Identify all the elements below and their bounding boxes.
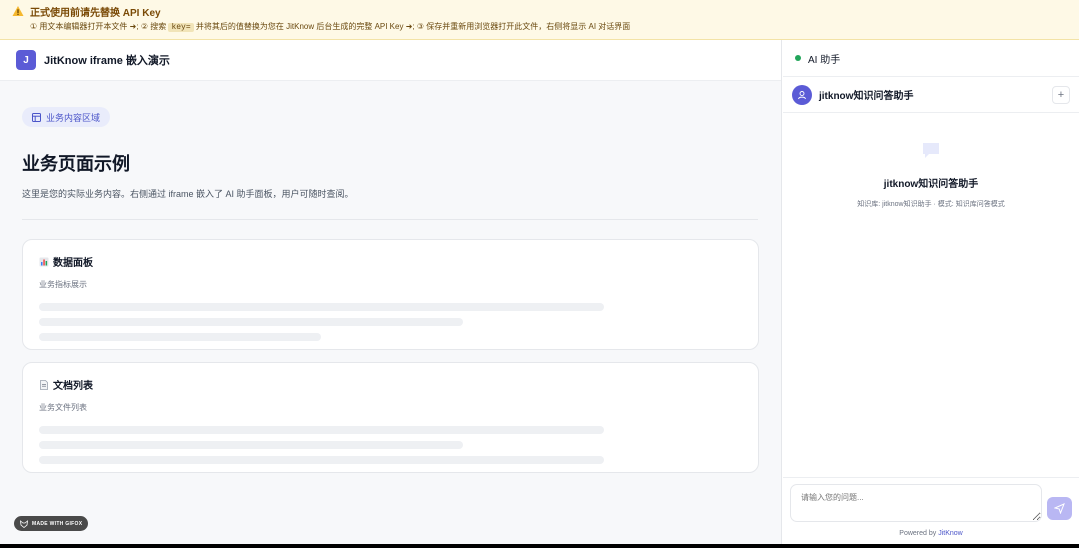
chip-label: 业务内容区域	[46, 112, 101, 123]
layout-icon	[32, 112, 41, 122]
gifox-watermark: MADE WITH GIFOX	[14, 516, 89, 531]
send-icon	[1054, 503, 1065, 514]
online-status-dot	[795, 55, 801, 61]
welcome-meta: 知识库: jitknow知识助手 · 模式: 知识库问答模式	[857, 201, 1005, 208]
app-logo: J	[16, 50, 36, 70]
page-description: 这里是您的实际业务内容。右侧通过 iframe 嵌入了 AI 助手面板，用户可随…	[22, 189, 354, 199]
powered-by: Powered by JitKnow	[783, 530, 1079, 537]
business-pane: J JitKnow iframe 嵌入演示 业务内容区域 业务页面示例 这里是您…	[0, 40, 782, 544]
powered-brand-link[interactable]: JitKnow	[938, 530, 963, 537]
card-title-row: 数据面板	[39, 254, 742, 269]
skeleton-line	[39, 303, 604, 311]
send-button[interactable]	[1047, 497, 1072, 520]
chat-bubble-icon	[921, 141, 941, 161]
banner-step1: ① 用文本编辑器打开本文件	[30, 22, 128, 31]
assistant-header: AI 助手	[783, 40, 1079, 77]
page-heading: 业务页面示例	[22, 154, 130, 174]
skeleton-line	[39, 318, 463, 326]
banner-title-row: 正式使用前请先替换 API Key	[12, 4, 1067, 19]
card-subtitle: 业务指标展示	[39, 280, 87, 289]
skeleton-line	[39, 426, 604, 434]
api-key-warning-banner: 正式使用前请先替换 API Key ① 用文本编辑器打开本文件 ➜; ② 搜索 …	[0, 0, 1079, 40]
fox-icon	[20, 519, 28, 528]
bar-chart-icon	[39, 257, 49, 267]
ai-assistant-pane: AI 助手 jitknow知识问答助手 + jitknow知识问答助手 知识库:…	[783, 40, 1079, 544]
card-subtitle: 业务文件列表	[39, 403, 87, 412]
skeleton-line	[39, 441, 463, 449]
document-icon	[39, 379, 49, 390]
watermark-label: MADE WITH GIFOX	[32, 520, 83, 527]
card-title: 文档列表	[53, 381, 93, 392]
arrow-icon: ➜;	[405, 22, 415, 31]
business-content: 业务内容区域 业务页面示例 这里是您的实际业务内容。右侧通过 iframe 嵌入…	[0, 81, 781, 473]
agent-bar: jitknow知识问答助手 +	[783, 77, 1079, 113]
card-title-row: 文档列表	[39, 377, 742, 392]
banner-instructions: ① 用文本编辑器打开本文件 ➜; ② 搜索 key= 并将其后的值替换为您在 J…	[12, 21, 1067, 32]
skeleton-line	[39, 333, 321, 341]
arrow-icon: ➜;	[129, 22, 139, 31]
app-title: JitKnow iframe 嵌入演示	[44, 55, 170, 67]
question-input[interactable]	[790, 484, 1042, 522]
banner-step2-code: key=	[168, 23, 194, 32]
data-panel-card: 数据面板 业务指标展示	[22, 239, 759, 350]
warning-icon	[12, 5, 24, 17]
document-list-card: 文档列表 业务文件列表	[22, 362, 759, 473]
powered-prefix: Powered by	[899, 530, 939, 537]
composer: Powered by JitKnow	[783, 477, 1079, 544]
app-frame: 正式使用前请先替换 API Key ① 用文本编辑器打开本文件 ➜; ② 搜索 …	[0, 0, 1079, 544]
agent-avatar-icon	[792, 84, 812, 105]
card-title: 数据面板	[53, 258, 93, 269]
welcome-title: jitknow知识问答助手	[883, 179, 979, 190]
banner-title: 正式使用前请先替换 API Key	[30, 7, 161, 19]
banner-step2-rest: 并将其后的值替换为您在 JitKnow 后台生成的完整 API Key	[195, 22, 404, 31]
new-chat-button[interactable]: +	[1052, 86, 1070, 104]
left-header: J JitKnow iframe 嵌入演示	[0, 40, 781, 81]
content-area-chip: 业务内容区域	[22, 107, 111, 127]
assistant-header-title: AI 助手	[808, 54, 841, 66]
agent-name: jitknow知识问答助手	[819, 91, 914, 102]
banner-step3: ③ 保存并重新用浏览器打开此文件，右侧将显示 AI 对话界面	[416, 22, 631, 31]
skeleton-line	[39, 456, 604, 464]
welcome-panel: jitknow知识问答助手 知识库: jitknow知识助手 · 模式: 知识库…	[783, 113, 1079, 209]
divider	[22, 219, 758, 220]
banner-step2: ② 搜索	[140, 22, 167, 31]
